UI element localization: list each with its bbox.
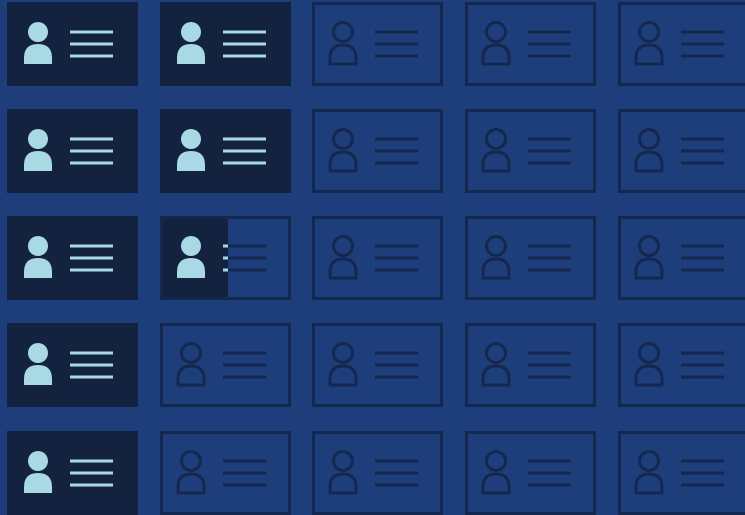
id-card-filled bbox=[7, 2, 138, 86]
lines-icon bbox=[223, 244, 228, 272]
id-card-grid bbox=[0, 0, 745, 515]
lines-icon bbox=[70, 244, 113, 272]
person-icon bbox=[328, 235, 358, 280]
id-card-outline bbox=[465, 109, 596, 193]
lines-icon bbox=[223, 244, 266, 272]
id-card-filled bbox=[160, 2, 291, 86]
id-card-outline bbox=[160, 323, 291, 407]
person-icon bbox=[328, 450, 358, 495]
lines-icon bbox=[681, 459, 724, 487]
lines-icon bbox=[70, 137, 113, 165]
person-icon bbox=[24, 236, 52, 278]
id-card-filled bbox=[7, 216, 138, 300]
person-icon bbox=[24, 343, 52, 385]
person-icon bbox=[481, 21, 511, 66]
person-icon bbox=[24, 22, 52, 64]
person-icon bbox=[634, 235, 664, 280]
person-icon bbox=[634, 342, 664, 387]
person-icon bbox=[328, 128, 358, 173]
lines-icon bbox=[70, 30, 113, 58]
lines-icon bbox=[223, 351, 266, 379]
person-icon bbox=[24, 451, 52, 493]
lines-icon bbox=[681, 351, 724, 379]
person-icon bbox=[481, 450, 511, 495]
person-icon bbox=[481, 128, 511, 173]
id-card-filled bbox=[7, 431, 138, 515]
lines-icon bbox=[375, 30, 418, 58]
person-icon bbox=[328, 342, 358, 387]
lines-icon bbox=[223, 137, 266, 165]
id-card-outline bbox=[160, 431, 291, 515]
id-card-outline bbox=[618, 109, 745, 193]
lines-icon bbox=[223, 459, 266, 487]
lines-icon bbox=[528, 244, 571, 272]
id-card-outline bbox=[312, 216, 443, 300]
person-icon bbox=[634, 450, 664, 495]
lines-icon bbox=[528, 30, 571, 58]
lines-icon bbox=[681, 244, 724, 272]
lines-icon bbox=[528, 351, 571, 379]
id-card-outline bbox=[618, 216, 745, 300]
id-card-outline bbox=[312, 323, 443, 407]
lines-icon bbox=[681, 137, 724, 165]
id-card-filled bbox=[7, 323, 138, 407]
id-card-outline bbox=[312, 109, 443, 193]
id-card-partial bbox=[160, 216, 291, 300]
id-card-outline bbox=[465, 431, 596, 515]
id-card-outline bbox=[312, 2, 443, 86]
person-icon bbox=[634, 21, 664, 66]
person-icon bbox=[328, 21, 358, 66]
id-card-filled bbox=[7, 109, 138, 193]
id-card-filled bbox=[160, 109, 291, 193]
person-icon bbox=[24, 129, 52, 171]
lines-icon bbox=[375, 137, 418, 165]
person-icon bbox=[177, 129, 205, 171]
lines-icon bbox=[70, 351, 113, 379]
person-icon bbox=[634, 128, 664, 173]
lines-icon bbox=[375, 351, 418, 379]
person-icon bbox=[176, 450, 206, 495]
person-icon bbox=[481, 342, 511, 387]
person-icon bbox=[176, 342, 206, 387]
id-card-outline bbox=[618, 2, 745, 86]
person-icon bbox=[481, 235, 511, 280]
person-icon bbox=[177, 22, 205, 64]
id-card-outline bbox=[312, 431, 443, 515]
lines-icon bbox=[375, 244, 418, 272]
id-card-outline bbox=[465, 216, 596, 300]
card-fill-progress bbox=[163, 219, 228, 297]
lines-icon bbox=[375, 459, 418, 487]
lines-icon bbox=[223, 30, 266, 58]
id-card-outline bbox=[465, 2, 596, 86]
lines-icon bbox=[70, 459, 113, 487]
id-card-outline bbox=[618, 431, 745, 515]
lines-icon bbox=[528, 459, 571, 487]
lines-icon bbox=[528, 137, 571, 165]
lines-icon bbox=[681, 30, 724, 58]
person-icon bbox=[177, 236, 205, 278]
id-card-outline bbox=[465, 323, 596, 407]
id-card-outline bbox=[618, 323, 745, 407]
